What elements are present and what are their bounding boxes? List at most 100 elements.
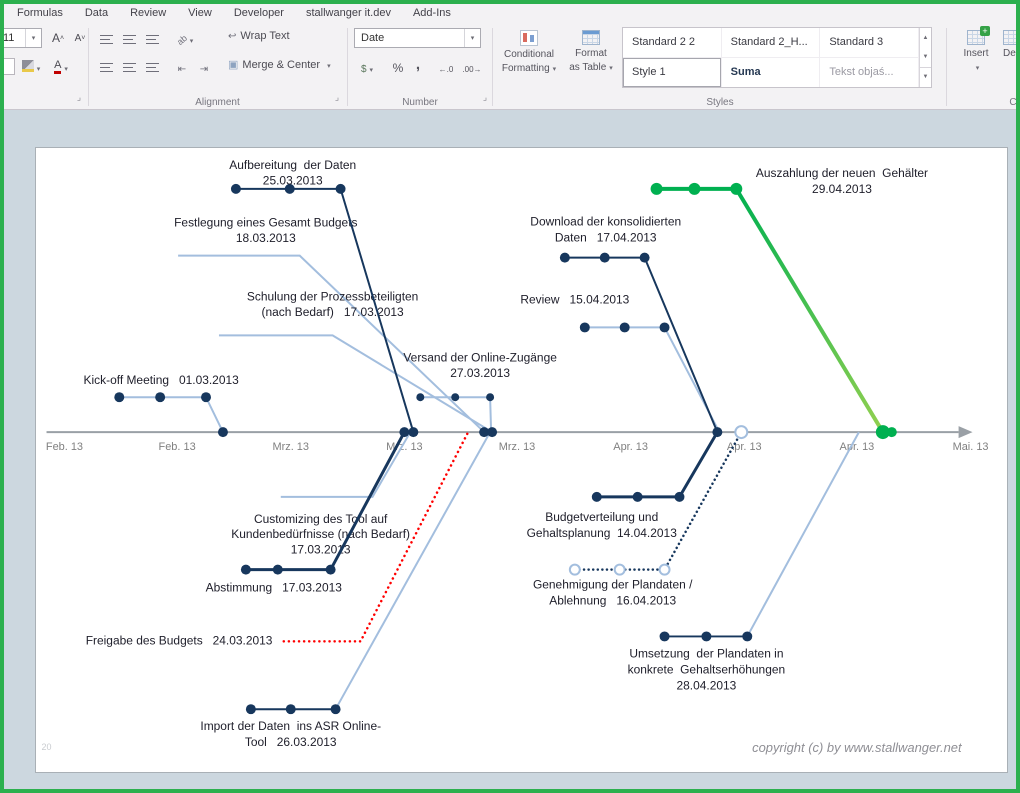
align-bottom-button[interactable] (142, 30, 162, 48)
milestone-marker (660, 631, 670, 641)
worksheet-canvas[interactable]: Feb. 13Feb. 13Mrz. 13Mrz. 13Mrz. 13Apr. … (0, 109, 1020, 793)
tab-add-ins[interactable]: Add-Ins (402, 7, 462, 19)
milestone-marker (675, 492, 685, 502)
milestone-marker (592, 492, 602, 502)
milestone-marker (620, 322, 630, 332)
tab-formulas[interactable]: Formulas (6, 7, 74, 19)
milestone-umsetzung-plandaten: Umsetzung der Plandaten in konkrete Gehal… (628, 432, 859, 692)
alignment-dialog-launcher[interactable] (332, 92, 342, 102)
cell-style-style-1[interactable]: Style 1 (623, 58, 722, 88)
orientation-button[interactable] (172, 29, 198, 47)
conditional-formatting-button[interactable]: Conditional Formatting (497, 26, 561, 94)
milestone-label: Freigabe des Budgets 24.03.2013 (86, 633, 273, 647)
milestone-marker (651, 183, 663, 195)
gallery-scroll-down-button[interactable] (920, 47, 931, 66)
align-center-icon (123, 63, 136, 72)
increase-font-size-button[interactable] (48, 29, 68, 47)
styles-group-label: Styles (495, 97, 945, 108)
accounting-format-button[interactable] (354, 58, 380, 76)
decrease-font-size-button[interactable] (70, 29, 90, 47)
increase-indent-button[interactable] (194, 58, 214, 76)
decrease-decimal-icon (462, 60, 481, 75)
milestone-label: 18.03.2013 (236, 231, 296, 245)
align-left-button[interactable] (96, 58, 116, 76)
milestone-marker (688, 183, 700, 195)
milestone-label: 29.04.2013 (812, 182, 872, 196)
axis-tick-label: Mrz. 13 (499, 441, 536, 453)
font-color-button[interactable] (48, 57, 74, 75)
conditional-formatting-label-2: Formatting (502, 63, 556, 75)
wrap-text-button[interactable]: Wrap Text (228, 30, 290, 42)
axis-dot (712, 427, 722, 437)
cell-style-standard-2-2[interactable]: Standard 2 2 (623, 28, 722, 58)
ribbon-tabs: Formulas Data Review View Developer stal… (6, 3, 462, 23)
align-middle-button[interactable] (119, 30, 139, 48)
percent-icon (393, 60, 404, 75)
delete-cells-icon (1003, 30, 1020, 45)
wrap-text-label: Wrap Text (240, 30, 289, 42)
ribbon: Formulas Data Review View Developer stal… (0, 0, 1020, 110)
percent-style-button[interactable] (388, 58, 408, 76)
cell-style-tekst[interactable]: Tekst objaś... (820, 58, 919, 88)
border-button[interactable] (2, 58, 15, 75)
cell-style-standard-3[interactable]: Standard 3 (820, 28, 919, 58)
cell-style-standard-2-h[interactable]: Standard 2_H... (722, 28, 821, 58)
milestone-marker (451, 393, 459, 401)
gallery-more-button[interactable] (920, 67, 931, 87)
axis-tick-label: Feb. 13 (159, 441, 196, 453)
merge-center-icon (228, 58, 238, 71)
axis-dot (218, 427, 228, 437)
milestone-marker (660, 322, 670, 332)
font-dialog-launcher[interactable] (74, 92, 84, 102)
chevron-down-icon (25, 29, 41, 47)
merge-center-button[interactable]: Merge & Center (228, 58, 331, 71)
alignment-group-label: Alignment (90, 97, 345, 108)
milestone-marker (231, 184, 241, 194)
tab-review[interactable]: Review (119, 7, 177, 19)
chevron-down-icon (367, 60, 374, 75)
tab-stallwanger-it-dev[interactable]: stallwanger it.dev (295, 7, 402, 19)
fill-color-button[interactable] (18, 57, 44, 75)
tab-data[interactable]: Data (74, 7, 119, 19)
milestone-marker (326, 565, 336, 575)
cell-style-suma[interactable]: Suma (722, 58, 821, 88)
milestone-label: 25.03.2013 (263, 173, 323, 187)
axis-dot (887, 427, 897, 437)
number-dialog-launcher[interactable] (480, 92, 490, 102)
axis-tick-label: Feb. 13 (46, 441, 83, 453)
milestone-label: Umsetzung der Plandaten in (629, 646, 783, 660)
delete-cells-button[interactable]: De (1003, 26, 1020, 94)
milestone-label: 27.03.2013 (450, 366, 510, 380)
milestone-marker (633, 492, 643, 502)
milestone-label: konkrete Gehaltserhöhungen (628, 662, 786, 676)
align-top-button[interactable] (96, 30, 116, 48)
wrap-text-icon (228, 30, 236, 42)
increase-decimal-button[interactable] (434, 58, 458, 76)
insert-cells-button[interactable]: Insert (951, 26, 1001, 94)
milestone-marker (486, 393, 494, 401)
milestone-marker (273, 565, 283, 575)
group-divider (946, 28, 947, 106)
align-center-button[interactable] (119, 58, 139, 76)
align-top-icon (100, 35, 113, 44)
tab-view[interactable]: View (177, 7, 223, 19)
milestone-marker (701, 631, 711, 641)
number-format-select[interactable]: Date (354, 28, 481, 48)
conditional-formatting-icon (520, 30, 538, 46)
font-size-select[interactable]: 11 (0, 28, 42, 48)
align-bottom-icon (146, 35, 159, 44)
chevron-down-icon (187, 31, 194, 46)
decrease-indent-button[interactable] (172, 58, 192, 76)
axis-dot (399, 427, 409, 437)
milestone-marker (730, 183, 742, 195)
milestone-versand-online-zugaenge: Versand der Online-Zugänge27.03.2013 (403, 350, 557, 431)
timeline-chart[interactable]: Feb. 13Feb. 13Mrz. 13Mrz. 13Mrz. 13Apr. … (35, 147, 1008, 773)
align-right-button[interactable] (142, 58, 162, 76)
axis-dot (487, 427, 497, 437)
milestone-customizing-tool: Customizing des Tool aufKundenbedürfniss… (231, 432, 410, 557)
decrease-decimal-button[interactable] (460, 58, 484, 76)
tab-developer[interactable]: Developer (223, 7, 295, 19)
format-as-table-button[interactable]: Format as Table (562, 26, 620, 94)
gallery-scroll-up-button[interactable] (920, 28, 931, 47)
comma-style-button[interactable] (408, 55, 428, 73)
